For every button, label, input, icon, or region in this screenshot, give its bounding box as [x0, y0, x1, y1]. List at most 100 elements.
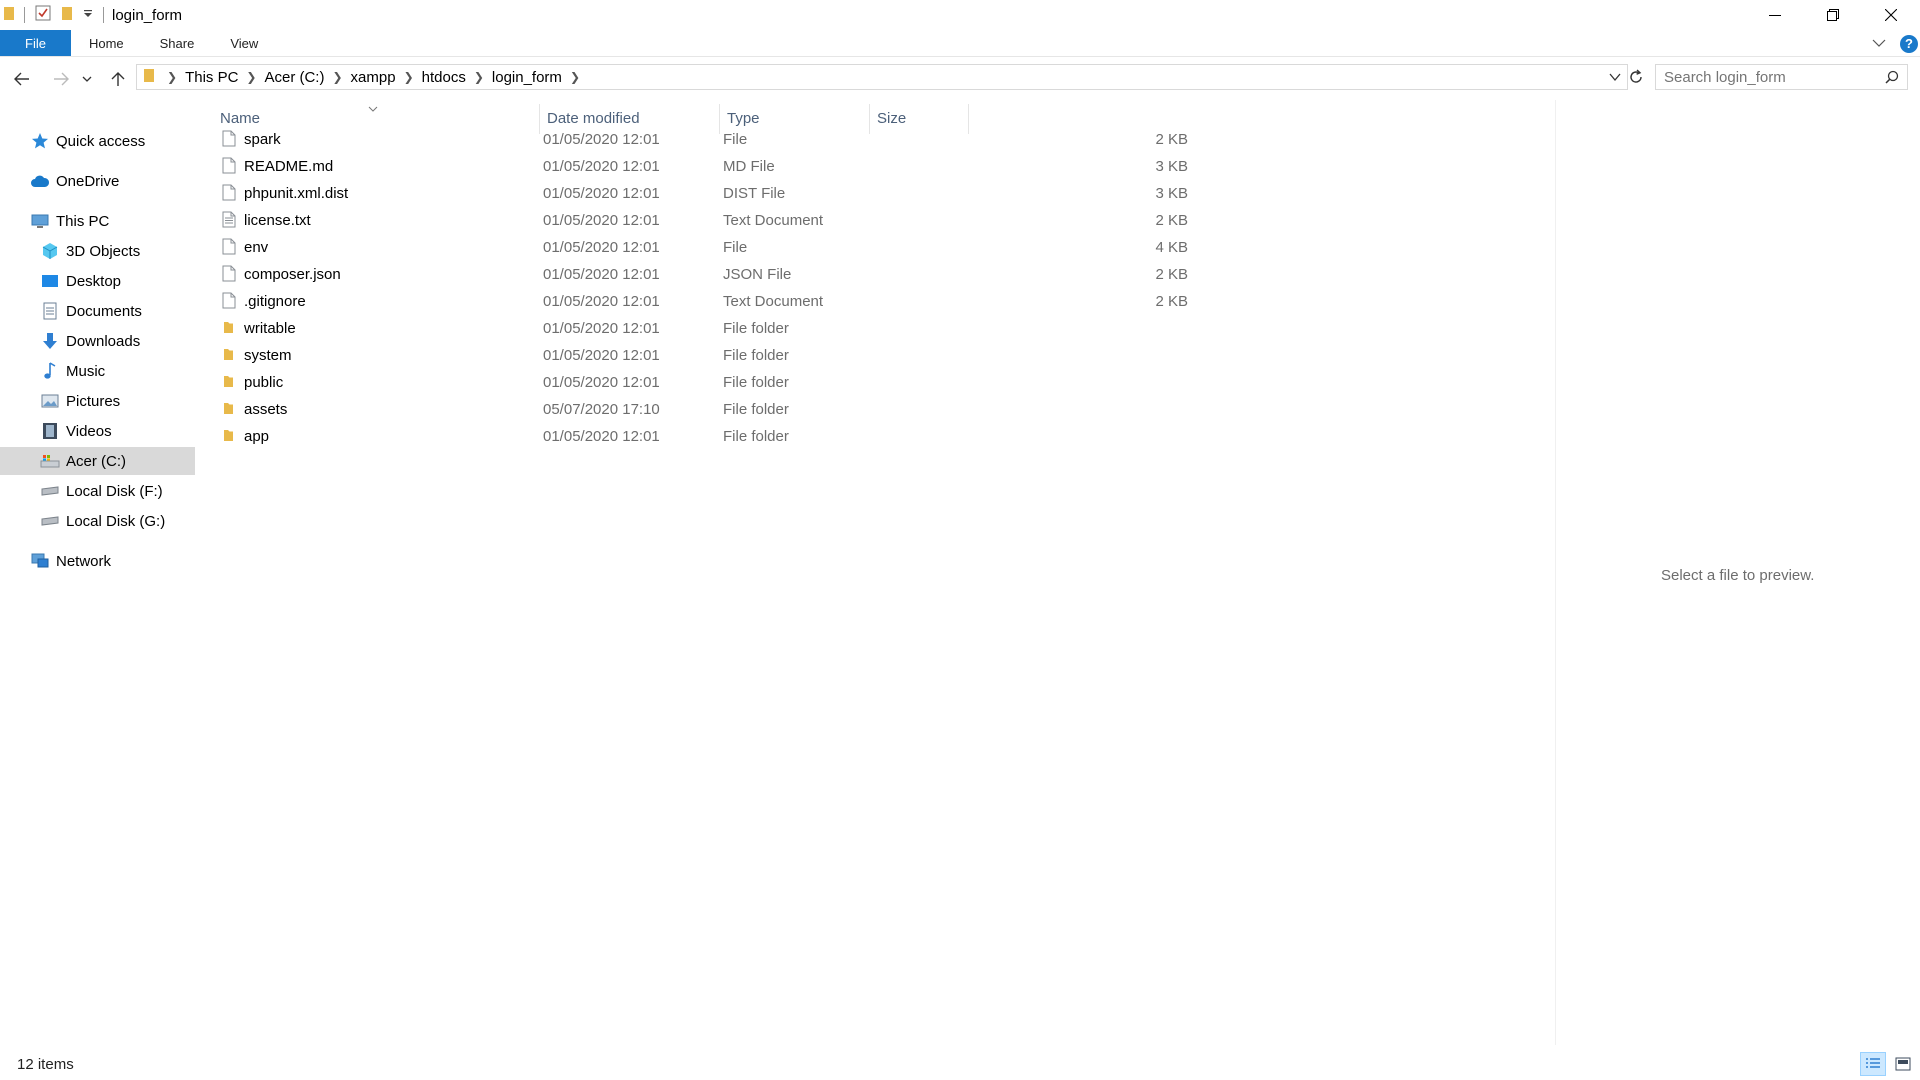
sidebar-item-this-pc[interactable]: This PC	[0, 207, 195, 235]
quick-access-toolbar	[0, 0, 104, 30]
column-header-label: Name	[220, 109, 261, 127]
sidebar-item-pictures[interactable]: Pictures	[0, 387, 195, 415]
tab-home[interactable]: Home	[71, 30, 142, 56]
sidebar-item-label: Quick access	[56, 132, 146, 150]
breadcrumb-htdocs[interactable]: htdocs	[416, 69, 472, 86]
desktop-icon	[40, 271, 60, 291]
sidebar-item-label: Desktop	[66, 272, 122, 290]
breadcrumb-login-form[interactable]: login_form	[486, 69, 568, 86]
file-date-modified: 01/05/2020 12:01	[543, 320, 660, 337]
large-icons-view-button[interactable]	[1890, 1052, 1916, 1076]
preview-message: Select a file to preview.	[1661, 567, 1815, 584]
file-row[interactable]: composer.json 01/05/2020 12:01 JSON File 2 …	[218, 261, 1188, 288]
sidebar-item-videos[interactable]: Videos	[0, 417, 195, 445]
file-icon	[222, 130, 236, 151]
file-size: 3 KB	[1155, 158, 1188, 175]
sidebar-item-local-disk-g[interactable]: Local Disk (G:)	[0, 507, 195, 535]
search-icon[interactable]	[1885, 70, 1899, 89]
file-row[interactable]: assets 05/07/2020 17:10 File folder	[218, 396, 1168, 423]
chevron-right-icon[interactable]: ❯	[402, 70, 416, 84]
file-type: Text Document	[723, 293, 824, 310]
file-name: README.md	[244, 158, 334, 175]
address-bar[interactable]: ❯ This PC ❯ Acer (C:) ❯ xampp ❯ htdocs ❯…	[136, 64, 1628, 90]
file-icon	[222, 157, 236, 178]
file-row[interactable]: public 01/05/2020 12:01 File folder	[218, 369, 1168, 396]
search-input[interactable]	[1656, 68, 1876, 86]
chevron-right-icon[interactable]: ❯	[165, 70, 179, 84]
file-date-modified: 01/05/2020 12:01	[543, 428, 660, 445]
chevron-right-icon[interactable]: ❯	[472, 70, 486, 84]
tab-file[interactable]: File	[0, 30, 71, 56]
chevron-right-icon[interactable]: ❯	[330, 70, 344, 84]
sidebar-item-documents[interactable]: Documents	[0, 297, 195, 325]
breadcrumb-acer-c[interactable]: Acer (C:)	[258, 69, 330, 86]
minimize-button[interactable]	[1746, 0, 1804, 30]
file-row[interactable]: license.txt 01/05/2020 12:01 Text Document…	[218, 207, 1188, 234]
back-button[interactable]	[8, 65, 36, 93]
sidebar-item-music[interactable]: Music	[0, 357, 195, 385]
file-size: 4 KB	[1155, 239, 1188, 256]
new-folder-icon[interactable]	[61, 5, 73, 26]
recent-locations-button[interactable]	[78, 65, 96, 93]
chevron-right-icon[interactable]: ❯	[244, 70, 258, 84]
file-name: license.txt	[244, 212, 311, 229]
properties-icon[interactable]	[35, 5, 51, 26]
breadcrumb-this-pc[interactable]: This PC	[179, 69, 244, 86]
file-row[interactable]: app 01/05/2020 12:01 File folder	[218, 423, 1168, 450]
details-view-button[interactable]	[1860, 1052, 1886, 1076]
close-button[interactable]	[1862, 0, 1920, 30]
file-row[interactable]: system 01/05/2020 12:01 File folder	[218, 342, 1168, 369]
sidebar-item-local-disk-f[interactable]: Local Disk (F:)	[0, 477, 195, 505]
up-button[interactable]	[104, 65, 132, 93]
file-row[interactable]: .gitignore 01/05/2020 12:01 Text Document 2…	[218, 288, 1188, 315]
network-icon	[30, 551, 50, 571]
expand-ribbon-icon[interactable]	[1872, 35, 1886, 53]
music-icon	[40, 361, 60, 381]
chevron-down-icon[interactable]	[1609, 69, 1621, 87]
sidebar-item-acer-c[interactable]: Acer (C:)	[0, 447, 195, 475]
column-header-label: Date modified	[547, 109, 640, 127]
sidebar-item-downloads[interactable]: Downloads	[0, 327, 195, 355]
sidebar-item-quick-access[interactable]: Quick access	[0, 127, 195, 155]
file-type: File folder	[723, 428, 789, 445]
sort-chevron-icon	[368, 100, 378, 118]
breadcrumb-xampp[interactable]: xampp	[345, 69, 402, 86]
file-date-modified: 01/05/2020 12:01	[543, 266, 660, 283]
file-date-modified: 01/05/2020 12:01	[543, 212, 660, 229]
sidebar-item-label: Videos	[66, 422, 112, 440]
sidebar-item-network[interactable]: Network	[0, 547, 195, 575]
file-row[interactable]: writable 01/05/2020 12:01 File folder	[218, 315, 1168, 342]
file-size: 3 KB	[1155, 185, 1188, 202]
view-switcher	[1860, 1052, 1916, 1076]
file-name: public	[244, 374, 284, 391]
file-date-modified: 01/05/2020 12:01	[543, 374, 660, 391]
restore-button[interactable]	[1804, 0, 1862, 30]
tab-share[interactable]: Share	[142, 30, 213, 56]
customize-toolbar-icon[interactable]	[83, 6, 93, 24]
sidebar-item-label: Network	[56, 552, 112, 570]
file-list: Name Date modified Type Size spark 01/05/…	[196, 100, 1554, 1045]
sidebar-item-3d-objects[interactable]: 3D Objects	[0, 237, 195, 265]
refresh-button[interactable]	[1622, 64, 1650, 90]
forward-button[interactable]	[47, 65, 75, 93]
tab-view[interactable]: View	[212, 30, 276, 56]
status-bar: 12 items	[0, 1048, 1920, 1080]
file-type: File folder	[723, 401, 789, 418]
sidebar-item-onedrive[interactable]: OneDrive	[0, 167, 195, 195]
help-icon[interactable]: ?	[1900, 34, 1918, 53]
sidebar-item-label: Local Disk (F:)	[66, 482, 163, 500]
folder-icon	[143, 67, 155, 88]
search-box[interactable]	[1655, 64, 1908, 90]
file-size: 2 KB	[1155, 266, 1188, 283]
file-row[interactable]: spark 01/05/2020 12:01 File 2 KB	[218, 126, 1188, 153]
chevron-right-icon[interactable]: ❯	[568, 70, 582, 84]
sidebar-item-label: Local Disk (G:)	[66, 512, 166, 530]
sidebar-item-label: Documents	[66, 302, 142, 320]
file-row[interactable]: README.md 01/05/2020 12:01 MD File 3 KB	[218, 153, 1188, 180]
file-date-modified: 01/05/2020 12:01	[543, 293, 660, 310]
file-name: env	[244, 239, 269, 256]
sidebar-item-desktop[interactable]: Desktop	[0, 267, 195, 295]
file-row[interactable]: phpunit.xml.dist 01/05/2020 12:01 DIST Fil…	[218, 180, 1188, 207]
file-type: File folder	[723, 374, 789, 391]
file-row[interactable]: env 01/05/2020 12:01 File 4 KB	[218, 234, 1188, 261]
